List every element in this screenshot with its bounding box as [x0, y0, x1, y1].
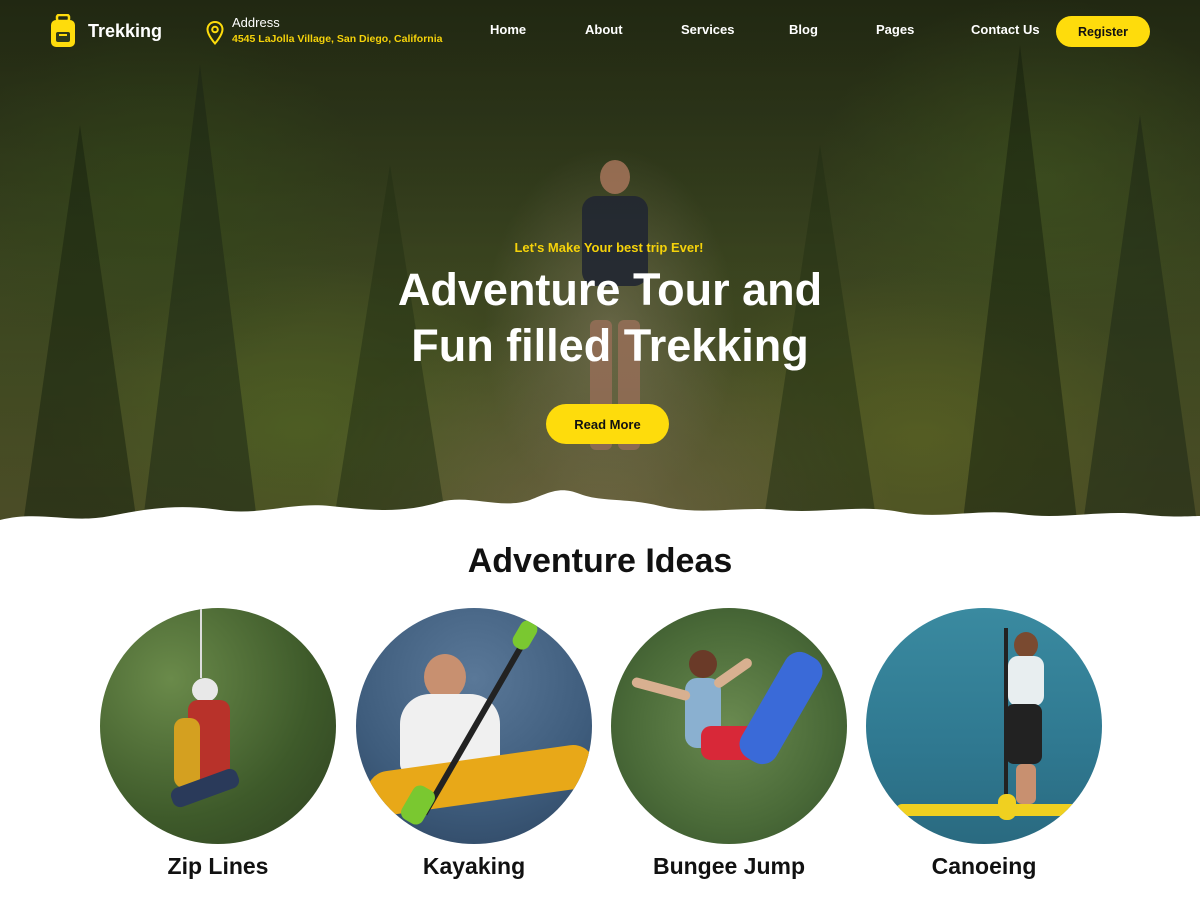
- address-value: 4545 LaJolla Village, San Diego, Califor…: [232, 33, 443, 45]
- idea-card-zip-lines[interactable]: Zip Lines: [100, 608, 336, 879]
- canoeing-image[interactable]: [866, 608, 1102, 844]
- address-block: Address 4545 LaJolla Village, San Diego,…: [206, 15, 442, 47]
- hero-title-line-2: Fun filled Trekking: [411, 320, 809, 371]
- top-navigation: Trekking Address 4545 LaJolla Village, S…: [0, 0, 1200, 64]
- idea-card-canoeing[interactable]: Canoeing: [866, 608, 1102, 879]
- hero-wave-divider: [0, 490, 1200, 545]
- map-pin-icon: [206, 21, 224, 45]
- bungee-jump-image[interactable]: [611, 608, 847, 844]
- idea-label: Kayaking: [422, 853, 526, 879]
- hero-title: Adventure Tour and Fun filled Trekking: [300, 262, 920, 374]
- zip-lines-image[interactable]: [100, 608, 336, 844]
- kayaking-image[interactable]: [356, 608, 592, 844]
- hero-tagline: Let's Make Your best trip Ever!: [514, 240, 704, 255]
- idea-label: Zip Lines: [167, 853, 269, 879]
- read-more-button[interactable]: Read More: [546, 404, 669, 444]
- nav-contact-us[interactable]: Contact Us: [971, 22, 1040, 37]
- brand-name: Trekking: [88, 20, 163, 41]
- nav-pages[interactable]: Pages: [876, 22, 914, 37]
- nav-home[interactable]: Home: [490, 22, 526, 37]
- idea-label: Canoeing: [931, 853, 1037, 879]
- brand-logo[interactable]: Trekking: [48, 14, 162, 48]
- nav-about[interactable]: About: [585, 22, 623, 37]
- idea-card-kayaking[interactable]: Kayaking: [356, 608, 592, 879]
- section-title: Adventure Ideas: [467, 542, 733, 580]
- address-label: Address: [232, 15, 280, 30]
- hero-title-line-1: Adventure Tour and: [397, 264, 823, 315]
- nav-blog[interactable]: Blog: [789, 22, 818, 37]
- idea-card-bungee-jump[interactable]: Bungee Jump: [611, 608, 847, 879]
- backpack-icon: [51, 14, 75, 47]
- register-button[interactable]: Register: [1056, 16, 1150, 47]
- idea-label: Bungee Jump: [652, 853, 806, 879]
- nav-services[interactable]: Services: [681, 22, 735, 37]
